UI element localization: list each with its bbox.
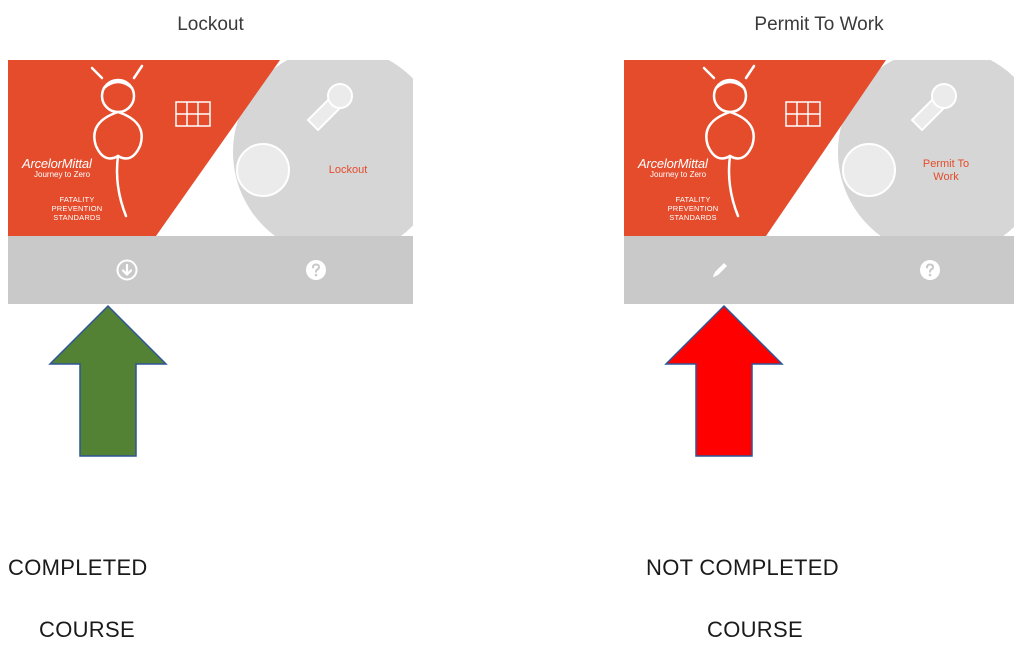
brand-tagline: Journey to Zero	[34, 170, 91, 179]
help-button[interactable]	[914, 254, 946, 286]
brand-name: ArcelorMittal	[638, 156, 708, 171]
status-line-secondary: COURSE	[707, 617, 803, 642]
edit-button[interactable]	[704, 254, 736, 286]
fps-line: PREVENTION	[51, 204, 103, 213]
status-line-primary: NOT COMPLETED	[646, 555, 839, 580]
brand-tagline: Journey to Zero	[650, 170, 707, 179]
up-arrow-red-icon	[664, 304, 784, 457]
download-circle-icon	[116, 259, 138, 281]
up-arrow-green-icon	[48, 304, 168, 457]
help-button[interactable]	[300, 254, 332, 286]
fps-line: FATALITY	[675, 195, 711, 204]
brand-name: ArcelorMittal	[22, 156, 92, 171]
brand-block: ArcelorMittal Journey to Zero	[638, 156, 768, 179]
action-bar-lockout	[8, 236, 413, 304]
fps-caption: FATALITY PREVENTION STANDARDS	[656, 195, 730, 222]
status-line-primary: COMPLETED	[8, 555, 148, 580]
tile-course-label: Lockout	[328, 164, 368, 176]
card-title-lockout: Lockout	[177, 14, 244, 35]
tile-course-label: Permit To Work	[922, 158, 970, 183]
card-title-permit-to-work: Permit To Work	[754, 14, 884, 35]
download-button[interactable]	[111, 254, 143, 286]
course-tile-permit-to-work[interactable]: ArcelorMittal Journey to Zero FATALITY P…	[624, 60, 1014, 236]
fps-caption: FATALITY PREVENTION STANDARDS	[40, 195, 114, 222]
brand-block: ArcelorMittal Journey to Zero	[22, 156, 152, 179]
fps-line: STANDARDS	[669, 213, 717, 222]
status-line-secondary: COURSE	[39, 617, 135, 642]
question-circle-icon	[920, 260, 940, 280]
fps-line: PREVENTION	[667, 204, 719, 213]
fps-line: STANDARDS	[53, 213, 101, 222]
pencil-icon	[713, 263, 727, 277]
fps-line: FATALITY	[59, 195, 95, 204]
course-tile-lockout[interactable]: ArcelorMittal Journey to Zero FATALITY P…	[8, 60, 413, 236]
action-bar-permit-to-work	[624, 236, 1014, 304]
question-circle-icon	[306, 260, 326, 280]
